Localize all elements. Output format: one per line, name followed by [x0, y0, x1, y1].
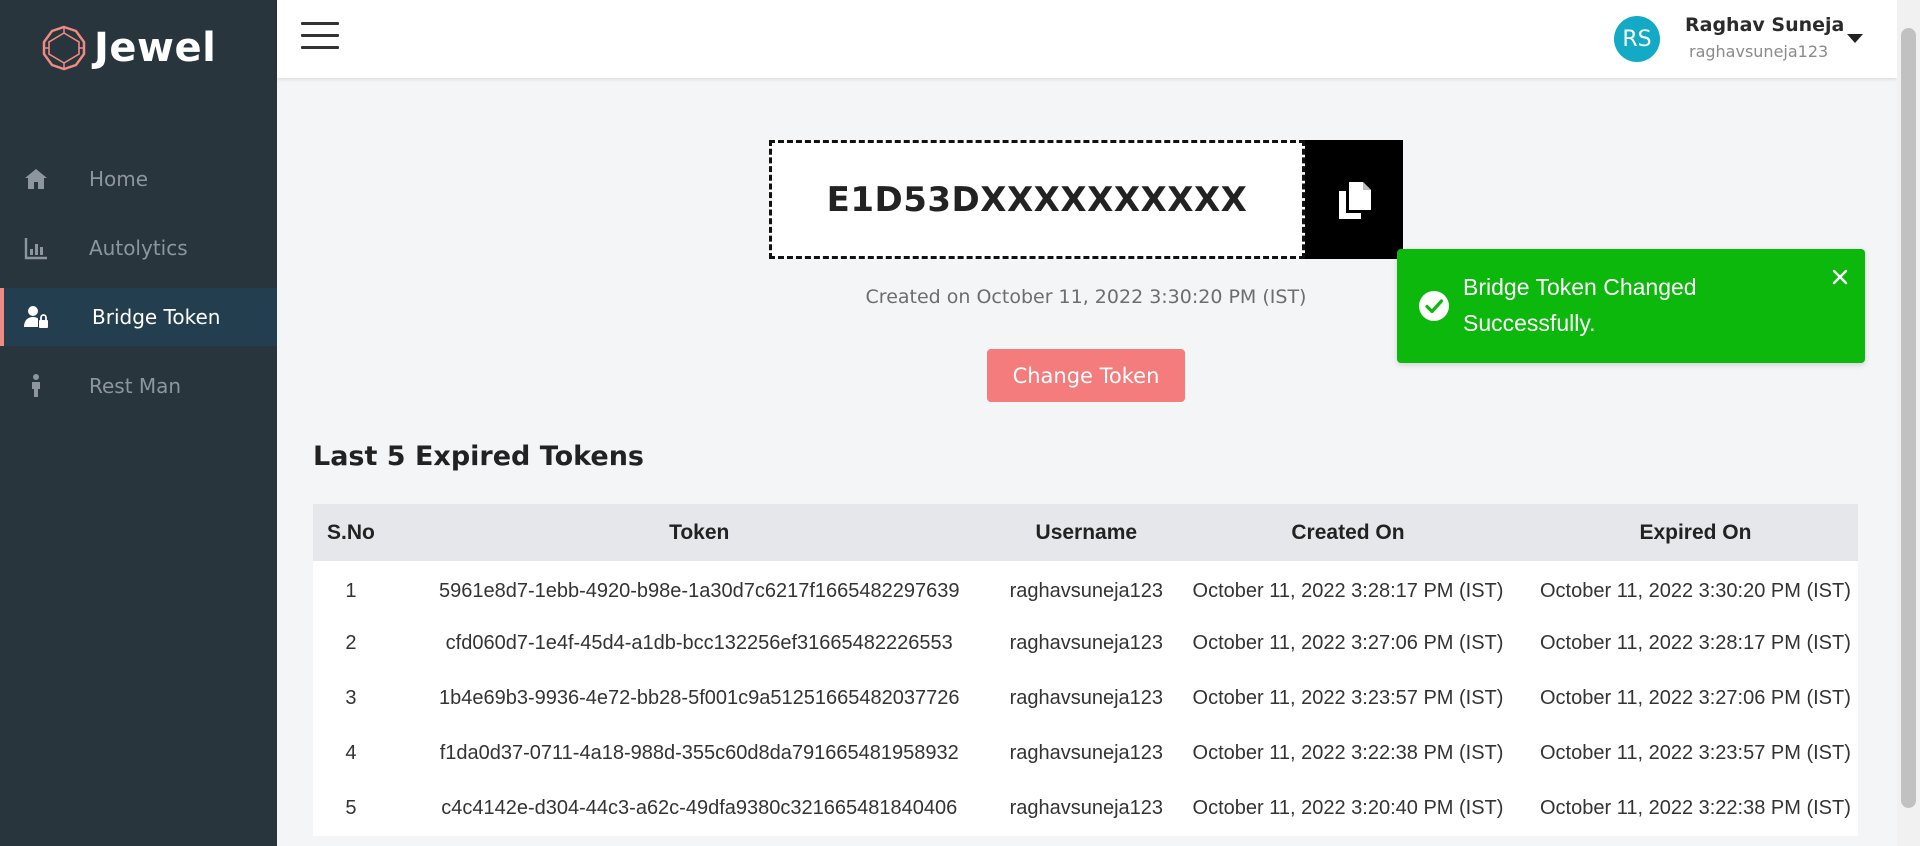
cell-username: raghavsuneja123: [1009, 687, 1164, 709]
cell-username: raghavsuneja123: [1009, 632, 1164, 654]
column-header-username: Username: [1035, 520, 1138, 544]
jewel-logo-icon: [42, 25, 86, 71]
change-token-button[interactable]: Change Token: [987, 349, 1185, 402]
cell-token: cfd060d7-1e4f-45d4-a1db-bcc132256ef31665…: [445, 632, 953, 654]
token-display: E1D53DXXXXXXXXXX: [769, 140, 1305, 259]
sidebar-item-autolytics[interactable]: Autolytics: [0, 219, 277, 277]
sidebar-item-bridge-token[interactable]: Bridge Token: [0, 288, 277, 346]
column-header-expired-on: Expired On: [1639, 520, 1752, 544]
menu-toggle-icon[interactable]: [301, 22, 339, 50]
bar-chart-icon: [24, 238, 47, 260]
user-lock-icon: [24, 306, 48, 328]
sidebar-nav: Home Autolytics Bridge Token Rest Man: [0, 150, 277, 426]
brand[interactable]: Jewel: [40, 24, 216, 72]
avatar[interactable]: RS: [1614, 16, 1660, 62]
sidebar-item-label: Rest Man: [89, 374, 182, 398]
cell-expired-on: October 11, 2022 3:28:17 PM (IST): [1540, 632, 1851, 654]
table-row: 2 cfd060d7-1e4f-45d4-a1db-bcc132256ef316…: [313, 616, 1858, 671]
expired-tokens-table: S.No Token Username Created On Expired O…: [313, 504, 1858, 836]
sidebar-item-home[interactable]: Home: [0, 150, 277, 208]
scrollbar-thumb[interactable]: [1901, 28, 1916, 808]
cell-sno: 2: [345, 632, 357, 654]
cell-created-on: October 11, 2022 3:23:57 PM (IST): [1192, 687, 1504, 709]
cell-username: raghavsuneja123: [1009, 742, 1164, 764]
sidebar-item-rest-man[interactable]: Rest Man: [0, 357, 277, 415]
column-header-sno: S.No: [327, 520, 375, 544]
column-header-created-on: Created On: [1291, 520, 1405, 544]
sidebar: Jewel Home Autolytics Bridge Token Rest …: [0, 0, 277, 846]
cell-username: raghavsuneja123: [1009, 797, 1164, 819]
cell-token: 1b4e69b3-9936-4e72-bb28-5f001c9a51251665…: [438, 687, 960, 709]
cell-created-on: October 11, 2022 3:20:40 PM (IST): [1192, 797, 1504, 819]
top-header: RS Raghav Suneja raghavsuneja123: [277, 0, 1897, 78]
sidebar-item-label: Autolytics: [89, 236, 188, 260]
cell-sno: 5: [345, 797, 357, 819]
cell-expired-on: October 11, 2022 3:30:20 PM (IST): [1540, 580, 1851, 602]
cell-expired-on: October 11, 2022 3:23:57 PM (IST): [1540, 742, 1851, 764]
cell-created-on: October 11, 2022 3:22:38 PM (IST): [1192, 742, 1504, 764]
home-icon: [25, 169, 47, 189]
table-row: 1 5961e8d7-1ebb-4920-b98e-1a30d7c6217f16…: [313, 561, 1858, 616]
copy-token-button[interactable]: [1305, 140, 1403, 259]
caret-down-icon[interactable]: [1847, 34, 1863, 43]
cell-created-on: October 11, 2022 3:27:06 PM (IST): [1192, 632, 1504, 654]
cell-sno: 3: [345, 687, 357, 709]
page-scrollbar[interactable]: [1897, 0, 1920, 846]
table-row: 4 f1da0d37-0711-4a18-988d-355c60d8da7916…: [313, 726, 1858, 781]
user-handle: raghavsuneja123: [1689, 42, 1829, 61]
cell-token: f1da0d37-0711-4a18-988d-355c60d8da791665…: [439, 742, 959, 764]
check-circle-icon: [1419, 291, 1449, 321]
person-icon: [32, 374, 40, 397]
user-name: Raghav Suneja: [1685, 14, 1845, 36]
section-title: Last 5 Expired Tokens: [313, 441, 645, 472]
token-value: E1D53DXXXXXXXXXX: [826, 179, 1248, 220]
table-header-row: S.No Token Username Created On Expired O…: [313, 504, 1858, 561]
close-icon[interactable]: [1830, 267, 1850, 287]
brand-name: Jewel: [94, 25, 217, 71]
sidebar-item-label: Bridge Token: [92, 305, 221, 329]
cell-created-on: October 11, 2022 3:28:17 PM (IST): [1192, 580, 1504, 602]
cell-sno: 1: [345, 580, 357, 602]
success-toast: Bridge Token Changed Successfully.: [1397, 249, 1865, 363]
copy-icon: [1339, 181, 1371, 219]
table-row: 5 c4c4142e-d304-44c3-a62c-49dfa9380c3216…: [313, 781, 1858, 836]
cell-expired-on: October 11, 2022 3:27:06 PM (IST): [1540, 687, 1851, 709]
token-created-on: Created on October 11, 2022 3:30:20 PM (…: [865, 286, 1307, 308]
sidebar-item-label: Home: [89, 167, 149, 191]
table-row: 3 1b4e69b3-9936-4e72-bb28-5f001c9a512516…: [313, 671, 1858, 726]
column-header-token: Token: [669, 520, 730, 544]
cell-expired-on: October 11, 2022 3:22:38 PM (IST): [1540, 797, 1851, 819]
cell-sno: 4: [345, 742, 357, 764]
cell-token: 5961e8d7-1ebb-4920-b98e-1a30d7c6217f1665…: [438, 580, 960, 602]
toast-message: Bridge Token Changed Successfully.: [1463, 274, 1697, 336]
cell-username: raghavsuneja123: [1009, 580, 1164, 602]
cell-token: c4c4142e-d304-44c3-a62c-49dfa9380c321665…: [441, 797, 958, 819]
